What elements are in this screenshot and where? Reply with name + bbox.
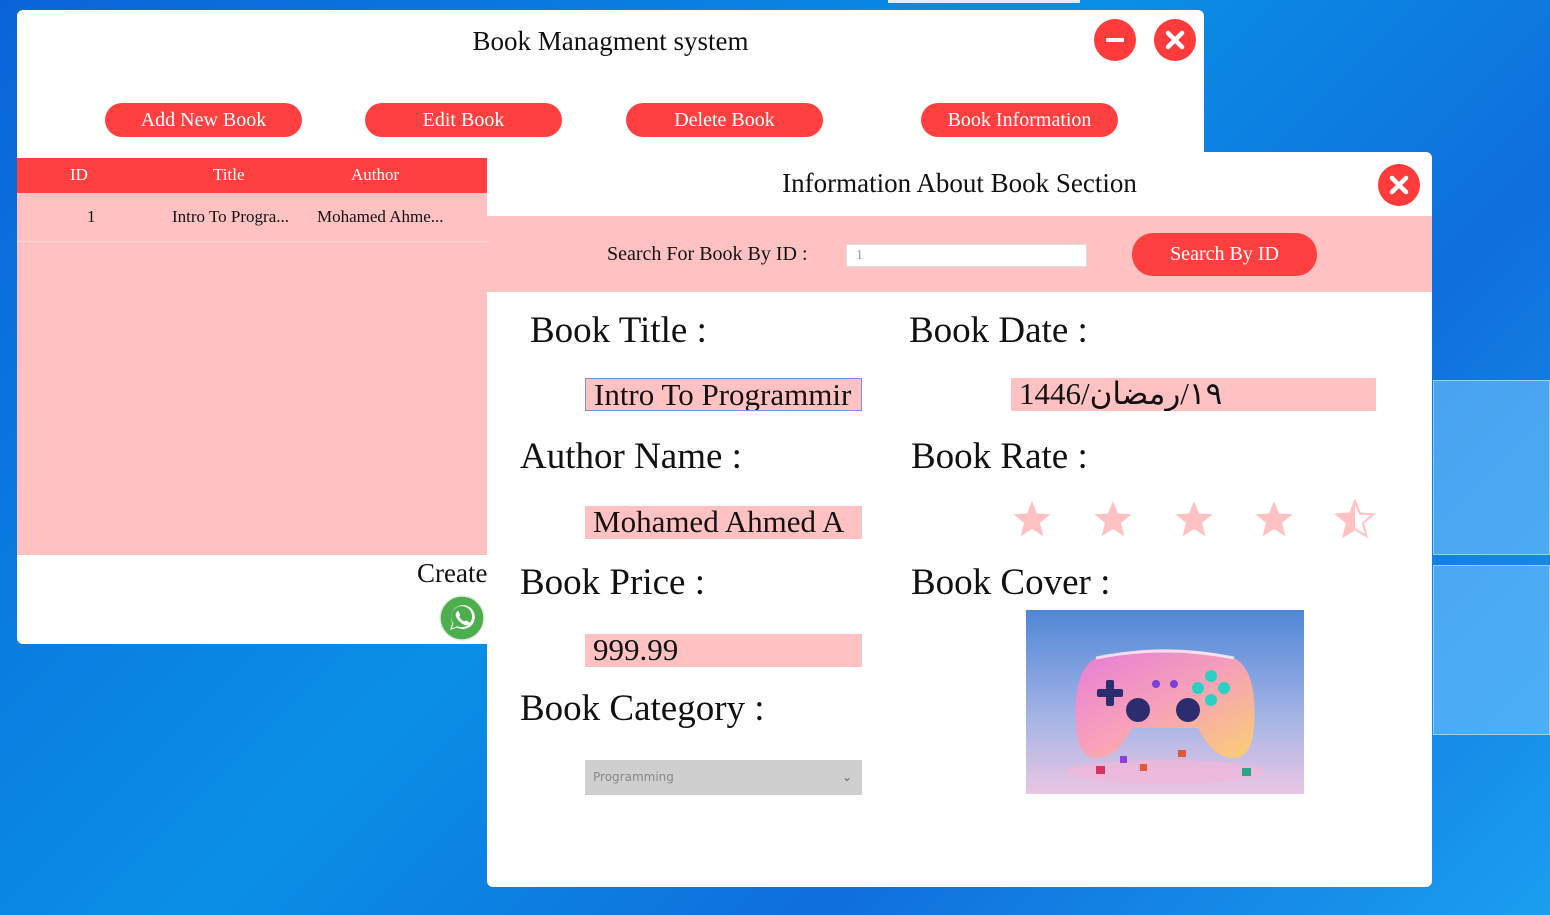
creator-text: Create (417, 558, 488, 588)
search-by-id-button[interactable]: Search By ID (1132, 233, 1317, 276)
star-icon[interactable] (1174, 499, 1214, 539)
wallpaper-strip (888, 0, 1080, 3)
delete-book-button[interactable]: Delete Book (626, 103, 823, 137)
column-header-title[interactable]: Title (213, 165, 245, 185)
book-information-dialog: Information About Book Section Search Fo… (487, 152, 1432, 887)
close-icon (1389, 175, 1409, 195)
search-id-input[interactable]: 1 (846, 244, 1087, 267)
book-category-label: Book Category : (520, 688, 765, 729)
book-date-field[interactable]: 1446/١٩/رمضان (1011, 378, 1376, 411)
book-date-label: Book Date : (909, 310, 1088, 351)
minimize-button[interactable] (1094, 19, 1136, 61)
category-selected-value: Programming (593, 770, 674, 784)
book-title-field[interactable]: Intro To Programmir (585, 378, 862, 411)
add-new-book-button[interactable]: Add New Book (105, 103, 302, 137)
star-icon[interactable] (1254, 499, 1294, 539)
column-header-id[interactable]: ID (70, 165, 88, 185)
chevron-down-icon: ⌄ (841, 770, 852, 784)
cell-title: Intro To Progra... (172, 207, 290, 226)
half-star-icon[interactable] (1335, 499, 1375, 539)
whatsapp-icon[interactable] (439, 595, 485, 641)
author-name-label: Author Name : (520, 436, 742, 477)
search-label: Search For Book By ID : (607, 243, 808, 265)
edit-book-button[interactable]: Edit Book (365, 103, 562, 137)
book-price-field[interactable]: 999.99 (585, 634, 862, 667)
star-icon[interactable] (1012, 499, 1052, 539)
windows-wallpaper-logo (1425, 380, 1550, 740)
author-name-field[interactable]: Mohamed Ahmed A (585, 506, 862, 539)
search-section: Search For Book By ID : 1 Search By ID (487, 216, 1432, 292)
minimize-icon (1106, 38, 1124, 42)
book-category-select[interactable]: Programming ⌄ (585, 760, 862, 795)
dialog-title: Information About Book Section (782, 168, 1137, 198)
cell-author: Mohamed Ahme... (317, 207, 444, 226)
cell-id: 1 (87, 207, 96, 226)
book-cover-image (1026, 610, 1304, 794)
book-cover-label: Book Cover : (911, 562, 1111, 603)
close-icon (1165, 30, 1185, 50)
book-title-label: Book Title : (530, 310, 707, 351)
star-icon[interactable] (1093, 499, 1133, 539)
dialog-close-button[interactable] (1378, 164, 1420, 206)
book-information-button[interactable]: Book Information (921, 103, 1118, 137)
main-window-title: Book Managment system (472, 26, 749, 56)
column-header-author[interactable]: Author (351, 165, 399, 185)
book-price-label: Book Price : (520, 562, 705, 603)
book-rate-label: Book Rate : (911, 436, 1088, 477)
close-button[interactable] (1154, 19, 1196, 61)
